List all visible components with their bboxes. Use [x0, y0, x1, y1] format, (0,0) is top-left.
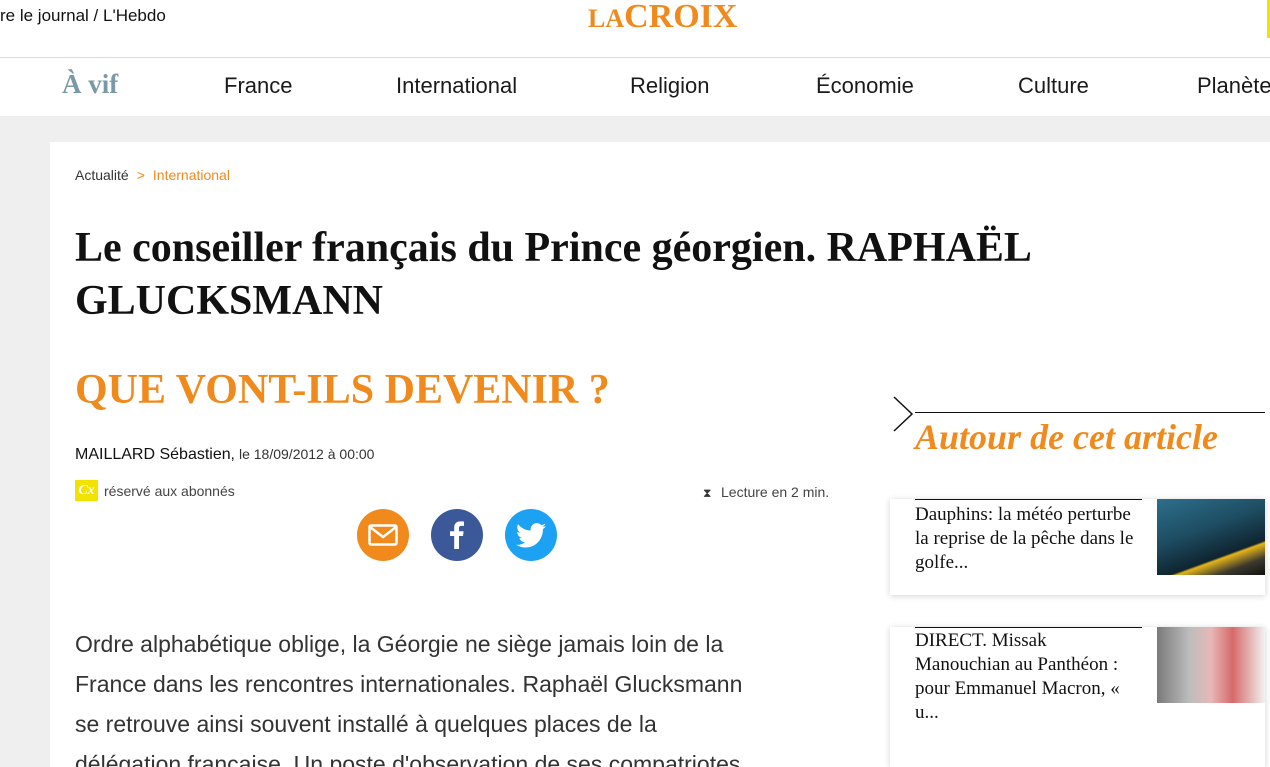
related-rule [915, 627, 1142, 628]
hourglass-icon: ⧗ [703, 486, 712, 500]
top-header: re le journal / L'Hebdo LACROIX [0, 0, 1270, 58]
chevron-right-icon [893, 396, 914, 432]
share-twitter-button[interactable] [505, 509, 557, 561]
article-subtitle: QUE VONT-ILS DEVENIR ? [75, 367, 610, 413]
body-line: France dans les rencontres international… [75, 671, 743, 697]
breadcrumb-separator: > [136, 167, 145, 183]
facebook-icon [450, 521, 464, 549]
share-facebook-button[interactable] [431, 509, 483, 561]
breadcrumb-current[interactable]: International [153, 167, 230, 183]
subscriber-badge-icon: Cx [75, 480, 98, 501]
logo-la: LA [588, 4, 625, 33]
author-name[interactable]: MAILLARD Sébastien [75, 446, 231, 463]
sidebar-title: Autour de cet article [915, 417, 1218, 457]
related-rule [915, 499, 1142, 500]
breadcrumb-home[interactable]: Actualité [75, 167, 129, 183]
breadcrumb: Actualité > International [75, 167, 230, 183]
article-body: Ordre alphabétique oblige, la Géorgie ne… [75, 624, 855, 767]
nav-item-france[interactable]: France [224, 73, 292, 99]
subscriber-text: réservé aux abonnés [104, 482, 235, 499]
nav-item-international[interactable]: International [396, 73, 517, 99]
related-article-thumbnail[interactable] [1157, 627, 1265, 703]
related-article-card[interactable]: DIRECT. Missak Manouchian au Panthéon : … [890, 627, 1265, 767]
site-logo[interactable]: LACROIX [588, 0, 737, 34]
body-line: délégation française. Un poste d'observa… [75, 751, 741, 767]
sidebar-rule [915, 412, 1265, 413]
reading-time-label: Lecture en 2 min. [721, 484, 830, 500]
mail-icon [368, 524, 398, 546]
nav-item-planete[interactable]: Planète [1197, 73, 1270, 99]
main-nav: À vif France International Religion Écon… [0, 59, 1270, 116]
body-line: Ordre alphabétique oblige, la Géorgie ne… [75, 631, 724, 657]
journal-link[interactable]: re le journal / L'Hebdo [0, 6, 166, 26]
related-article-thumbnail[interactable] [1157, 499, 1265, 575]
byline: MAILLARD Sébastien, le 18/09/2012 à 00:0… [75, 446, 375, 463]
nav-item-a-vif[interactable]: À vif [62, 69, 118, 100]
logo-croix: CROIX [624, 0, 738, 35]
share-mail-button[interactable] [357, 509, 409, 561]
publish-date: le 18/09/2012 à 00:00 [238, 446, 375, 462]
nav-item-religion[interactable]: Religion [630, 73, 710, 99]
twitter-icon [516, 522, 546, 547]
body-line: se retrouve ainsi souvent installé à que… [75, 711, 657, 737]
reading-time: ⧗ Lecture en 2 min. [703, 484, 829, 501]
subscriber-notice: Cx réservé aux abonnés [75, 480, 235, 502]
related-article-card[interactable]: Dauphins: la météo perturbe la reprise d… [890, 499, 1265, 595]
nav-item-culture[interactable]: Culture [1018, 73, 1089, 99]
nav-item-economie[interactable]: Économie [816, 73, 914, 99]
related-article-title[interactable]: DIRECT. Missak Manouchian au Panthéon : … [915, 629, 1140, 725]
article-title: Le conseiller français du Prince géorgie… [75, 225, 1030, 324]
related-article-title[interactable]: Dauphins: la météo perturbe la reprise d… [915, 503, 1140, 575]
